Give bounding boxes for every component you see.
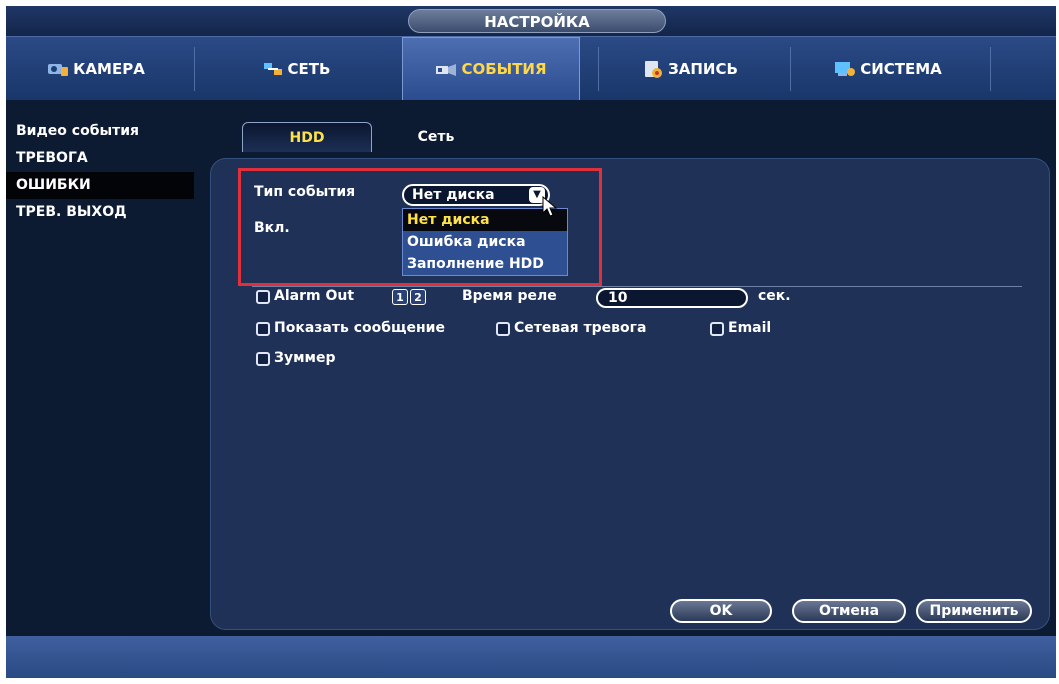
sidebar-item-alarm-out[interactable]: ТРЕВ. ВЫХОД [6,199,194,226]
tab-label: СЕТЬ [287,60,331,78]
email-label: Email [728,320,772,336]
divider [598,47,599,91]
highlight-box [238,168,602,286]
window-title: НАСТРОЙКА [408,9,666,33]
sidebar: Видео события ТРЕВОГА ОШИБКИ ТРЕВ. ВЫХОД [6,118,194,226]
divider [790,47,791,91]
show-message-label: Показать сообщение [274,320,445,336]
sidebar-item-video-events[interactable]: Видео события [6,118,194,145]
app-window: НАСТРОЙКА КАМЕРА СЕТЬ СОБЫТИЯ ЗАПИСЬ СИС… [6,6,1056,678]
cancel-button[interactable]: Отмена [792,599,906,623]
system-icon [834,60,856,78]
sidebar-item-errors[interactable]: ОШИБКИ [6,172,194,199]
alarm-out-channel-1[interactable]: 1 [392,289,408,305]
alarm-out-label: Alarm Out [274,288,355,304]
subtab-hdd[interactable]: HDD [242,122,372,152]
tab-system[interactable]: СИСТЕМА [804,37,972,101]
network-alarm-label: Сетевая тревога [514,320,647,336]
ok-button[interactable]: OK [670,599,772,623]
tab-record[interactable]: ЗАПИСЬ [610,37,770,101]
events-icon [435,60,457,78]
tab-events[interactable]: СОБЫТИЯ [402,37,580,101]
network-alarm-checkbox[interactable] [496,322,510,336]
content-area: Видео события ТРЕВОГА ОШИБКИ ТРЕВ. ВЫХОД… [6,100,1056,636]
buzzer-checkbox[interactable] [256,352,270,366]
alarm-out-channel-2[interactable]: 2 [410,289,426,305]
main-tabs: КАМЕРА СЕТЬ СОБЫТИЯ ЗАПИСЬ СИСТЕМА [6,36,1056,101]
camera-icon [47,60,69,78]
tab-label: КАМЕРА [73,60,145,78]
sidebar-item-alarm[interactable]: ТРЕВОГА [6,145,194,172]
tab-camera[interactable]: КАМЕРА [16,37,176,101]
relay-time-unit: сек. [758,288,791,304]
tab-label: СИСТЕМА [860,60,942,78]
tab-label: СОБЫТИЯ [461,60,547,78]
divider [194,47,195,91]
show-message-checkbox[interactable] [256,322,270,336]
title-bar: НАСТРОЙКА [6,6,1056,36]
relay-time-input[interactable]: 10 [596,288,748,308]
tab-label: ЗАПИСЬ [668,60,738,78]
apply-button[interactable]: Применить [916,599,1032,623]
divider [990,47,991,91]
email-checkbox[interactable] [710,322,724,336]
tab-network[interactable]: СЕТЬ [206,37,386,101]
divider [252,286,1022,287]
network-icon [262,60,284,78]
relay-time-label: Время реле [462,288,557,304]
alarm-out-checkbox[interactable] [256,290,270,304]
status-bar [6,636,1056,678]
buzzer-label: Зуммер [274,350,336,366]
subtab-network[interactable]: Сеть [406,122,466,152]
record-icon [642,60,664,78]
